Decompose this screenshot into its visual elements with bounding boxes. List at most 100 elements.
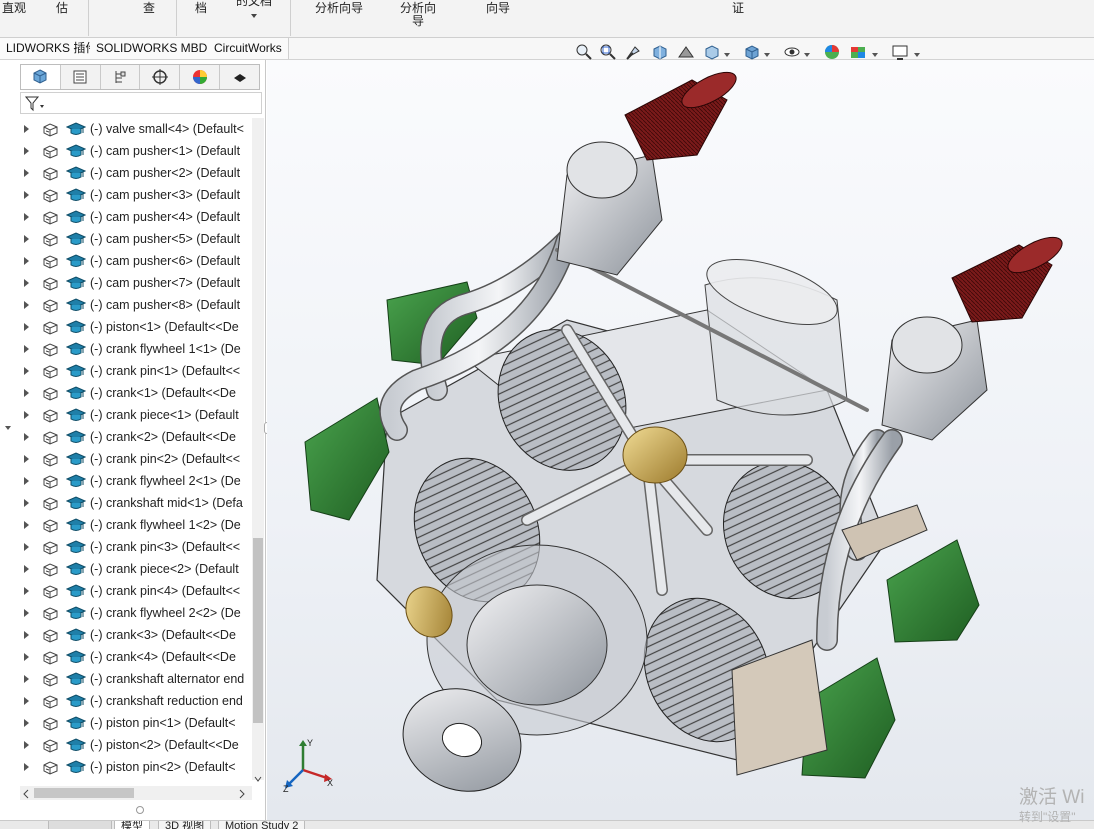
tree-item[interactable]: (-) cam pusher<2> (Default [20,162,252,184]
expand-arrow-icon[interactable] [24,345,29,353]
tree-item[interactable]: (-) crank pin<1> (Default<< [20,360,252,382]
expand-arrow-icon[interactable] [24,609,29,617]
ribbon-button-document[interactable]: 档 [190,2,212,15]
tree-item[interactable]: (-) crank piece<2> (Default [20,558,252,580]
tree-item[interactable]: (-) crank pin<4> (Default<< [20,580,252,602]
tab-display-manager[interactable] [180,65,221,89]
zoom-to-fit-icon[interactable] [575,43,593,61]
expand-arrow-icon[interactable] [24,521,29,529]
tab-3d-views[interactable]: 3D 视图 [158,821,212,829]
view-settings-icon[interactable] [891,43,909,61]
scroll-right-icon[interactable] [238,788,246,799]
ribbon-button-estimate[interactable]: 估 [50,2,74,15]
ribbon-button-analysis-wizard-2[interactable]: 分析向导 [390,2,446,28]
tree-vertical-scroll-thumb[interactable] [253,538,263,723]
expand-arrow-icon[interactable] [24,697,29,705]
expand-arrow-icon[interactable] [24,653,29,661]
tree-item[interactable]: (-) cam pusher<7> (Default [20,272,252,294]
expand-arrow-icon[interactable] [24,477,29,485]
expand-arrow-icon[interactable] [24,411,29,419]
expand-arrow-icon[interactable] [24,389,29,397]
tree-item[interactable]: (-) crank<4> (Default<<De [20,646,252,668]
expand-arrow-icon[interactable] [24,257,29,265]
tree-item[interactable]: (-) crank flywheel 2<2> (De [20,602,252,624]
expand-arrow-icon[interactable] [24,565,29,573]
tree-item[interactable]: (-) cam pusher<1> (Default [20,140,252,162]
expand-arrow-icon[interactable] [24,675,29,683]
display-style-icon[interactable] [743,43,761,61]
tree-horizontal-scroll-thumb[interactable] [34,788,134,798]
dynamic-annotation-icon[interactable] [677,43,695,61]
tree-item[interactable]: (-) crank pin<3> (Default<< [20,536,252,558]
chevron-down-icon[interactable] [763,48,771,57]
apply-scene-icon[interactable] [849,43,867,61]
scroll-left-icon[interactable] [22,788,30,799]
ribbon-button-view[interactable]: 直观 [0,2,28,15]
tab-dimxpert-manager[interactable] [140,65,181,89]
tree-item[interactable]: (-) cam pusher<8> (Default [20,294,252,316]
tree-item[interactable]: (-) crank<3> (Default<<De [20,624,252,646]
tree-item[interactable]: (-) crankshaft alternator end [20,668,252,690]
chevron-down-icon[interactable] [913,48,921,57]
graphics-area[interactable]: Y X Z [267,44,1094,820]
tree-item[interactable]: (-) piston<1> (Default<<De [20,316,252,338]
tree-item[interactable]: (-) valve small<4> (Default< [20,118,252,140]
tab-model[interactable]: 模型 [114,821,150,829]
zoom-to-area-icon[interactable] [599,43,617,61]
tree-item[interactable]: (-) crank pin<2> (Default<< [20,448,252,470]
tree-item[interactable]: (-) piston<2> (Default<<De [20,734,252,756]
tree-filter[interactable] [20,92,262,114]
tree-item[interactable]: (-) crank<2> (Default<<De [20,426,252,448]
ribbon-button-wizard[interactable]: 向导 [478,2,518,15]
collapse-arrow-icon[interactable] [4,420,12,430]
section-view-icon[interactable] [651,43,669,61]
previous-view-icon[interactable] [625,43,643,61]
tab-navigation-arrows[interactable] [48,821,112,829]
tree-item[interactable]: (-) crank piece<1> (Default [20,404,252,426]
expand-arrow-icon[interactable] [24,543,29,551]
tree-item[interactable]: (-) crank flywheel 2<1> (De [20,470,252,492]
expand-arrow-icon[interactable] [24,301,29,309]
expand-arrow-icon[interactable] [24,367,29,375]
expand-arrow-icon[interactable] [24,235,29,243]
expand-arrow-icon[interactable] [24,125,29,133]
tab-motion-study-2[interactable]: Motion Study 2 [218,821,306,829]
expand-arrow-icon[interactable] [24,499,29,507]
expand-arrow-icon[interactable] [24,719,29,727]
tab-property-manager[interactable] [61,65,101,89]
tab-configuration-manager[interactable] [101,65,141,89]
ribbon-button-check[interactable]: 查 [138,2,160,15]
tree-item[interactable]: (-) cam pusher<6> (Default [20,250,252,272]
edit-appearance-icon[interactable] [823,43,841,61]
engine-assembly-model[interactable] [267,60,1094,820]
tree-item[interactable]: (-) crankshaft reduction end [20,690,252,712]
tab-cam[interactable] [220,65,259,89]
tree-item[interactable]: (-) crankshaft mid<1> (Defa [20,492,252,514]
ribbon-button-documents[interactable]: 的文档 [232,0,276,18]
expand-arrow-icon[interactable] [24,587,29,595]
expand-arrow-icon[interactable] [24,191,29,199]
expand-arrow-icon[interactable] [24,279,29,287]
expand-arrow-icon[interactable] [24,169,29,177]
scroll-down-icon[interactable] [254,772,262,782]
hide-show-items-icon[interactable] [783,43,801,61]
chevron-down-icon[interactable] [803,48,811,57]
tree-item[interactable]: (-) crank flywheel 1<1> (De [20,338,252,360]
expand-arrow-icon[interactable] [24,213,29,221]
chevron-down-icon[interactable] [871,48,879,57]
tab-feature-manager[interactable] [21,65,61,89]
tab-solidworks-addins[interactable]: LIDWORKS 插件 [0,38,105,59]
tab-solidworks-mbd[interactable]: SOLIDWORKS MBD [90,38,215,59]
tab-circuitworks[interactable]: CircuitWorks [208,38,289,59]
expand-arrow-icon[interactable] [24,763,29,771]
tree-item[interactable]: (-) crank<1> (Default<<De [20,382,252,404]
expand-arrow-icon[interactable] [24,631,29,639]
expand-arrow-icon[interactable] [24,455,29,463]
tree-item[interactable]: (-) cam pusher<5> (Default [20,228,252,250]
expand-arrow-icon[interactable] [24,741,29,749]
chevron-down-icon[interactable] [723,48,731,57]
expand-arrow-icon[interactable] [24,433,29,441]
tree-item[interactable]: (-) piston<3> (Default<<De [20,778,252,782]
panel-resize-handle[interactable] [136,806,144,814]
expand-arrow-icon[interactable] [24,323,29,331]
